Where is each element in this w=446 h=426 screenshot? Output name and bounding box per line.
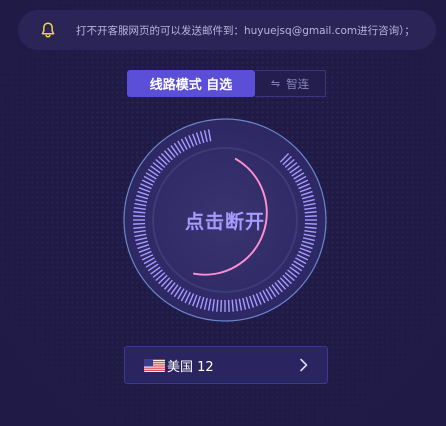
mode-manual-button[interactable]: 线路模式 自选 [127, 70, 255, 97]
us-flag-icon [144, 358, 165, 372]
mode-switch: 线路模式 自选 ⇋ 智连 [127, 70, 326, 97]
notice-text: 打不开客服网页的可以发送邮件到：huyuejsq@gmail.com进行咨询）； [76, 24, 415, 37]
disconnect-label: 点击断开 [184, 210, 265, 233]
connect-dial[interactable]: 点击断开 [123, 118, 327, 322]
mode-smart-label: 智连 [286, 76, 310, 91]
region-selector[interactable]: 美国 12 [124, 346, 328, 384]
chevron-right-icon [299, 357, 309, 376]
bell-icon [28, 10, 68, 50]
region-name: 美国 12 [167, 359, 214, 375]
notice-bar: 打不开客服网页的可以发送邮件到：huyuejsq@gmail.com进行咨询）； [18, 10, 436, 50]
mode-smart-button[interactable]: ⇋ 智连 [255, 70, 326, 97]
swap-icon: ⇋ [270, 77, 281, 90]
